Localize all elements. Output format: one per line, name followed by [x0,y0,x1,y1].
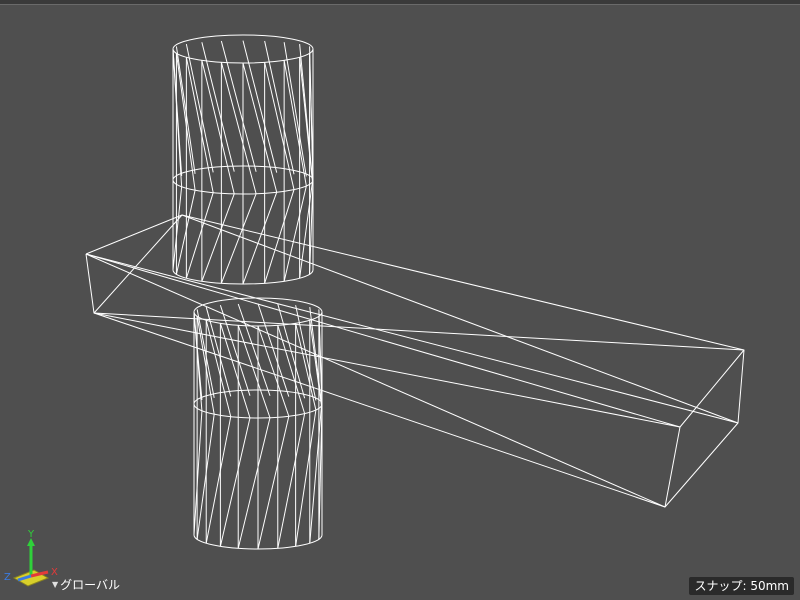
wireframe-cylinder-bottom[interactable] [193,297,323,550]
cylinder-facet-line [205,416,232,544]
cylinder-facet-line [299,181,313,279]
wireframe-scene[interactable] [0,0,800,600]
cylinder-facet-line [277,413,306,549]
x-axis-label: X [51,567,58,578]
cylinder-facet-line [242,192,278,285]
cylinder-facet-line [295,409,317,547]
cylinder-facet-line [172,48,183,176]
cylinder-facet-line [257,325,290,417]
cylinder-facet-line [219,417,251,547]
cylinder-facet-line [201,193,235,282]
cylinder-facet-line [205,320,232,417]
cylinder-facet-line [196,414,215,540]
snap-readout: スナップ: 50mm [689,577,794,595]
cylinder-facet-line [196,316,215,415]
coordinate-system-dropdown[interactable]: ▼ グローバル [52,578,120,592]
cylinder-facet-line [237,303,271,396]
cylinder-facet-line [264,189,295,284]
cylinder-top-ring [172,34,314,64]
wireframe-cylinder-top[interactable] [172,34,314,285]
cylinder-facet-line [277,303,306,399]
3d-viewport[interactable]: Y X Z ▼ グローバル スナップ: 50mm [0,0,800,600]
cylinder-facet-line [264,62,295,190]
cylinder-facet-line [175,190,196,275]
cylinder-facet-line [242,62,278,193]
box-diagonal [93,214,183,314]
cylinder-top-ring [193,297,323,327]
box-diagonal [85,253,739,424]
cylinder-facet-line [201,60,235,195]
cylinder-facet-line [237,417,271,549]
box-diagonal [85,253,666,508]
cylinder-facet-line [220,40,257,172]
cylinder-facet-line [220,193,257,284]
cylinder-facet-line [242,40,278,173]
cylinder-facet-line [283,185,307,282]
cylinder-facet-line [277,325,306,414]
cylinder-facet-line [193,311,203,400]
y-axis-label: Y [27,529,35,540]
cylinder-facet-line [185,192,214,279]
box-diagonal [181,214,739,424]
cylinder-facet-line [257,416,290,550]
cylinder-facet-line [185,57,214,193]
z-axis-label: Z [4,572,11,583]
cylinder-facet-line [283,42,307,177]
cylinder-facet-line [220,62,257,194]
cylinder-facet-line [219,323,251,419]
box-outline-edge [85,214,745,508]
wireframe-box[interactable] [85,214,745,508]
coordinate-system-label: グローバル [60,578,121,592]
caret-down-icon: ▼ [52,580,59,589]
box-front-edge [664,349,745,508]
cylinder-facet-line [201,42,235,172]
